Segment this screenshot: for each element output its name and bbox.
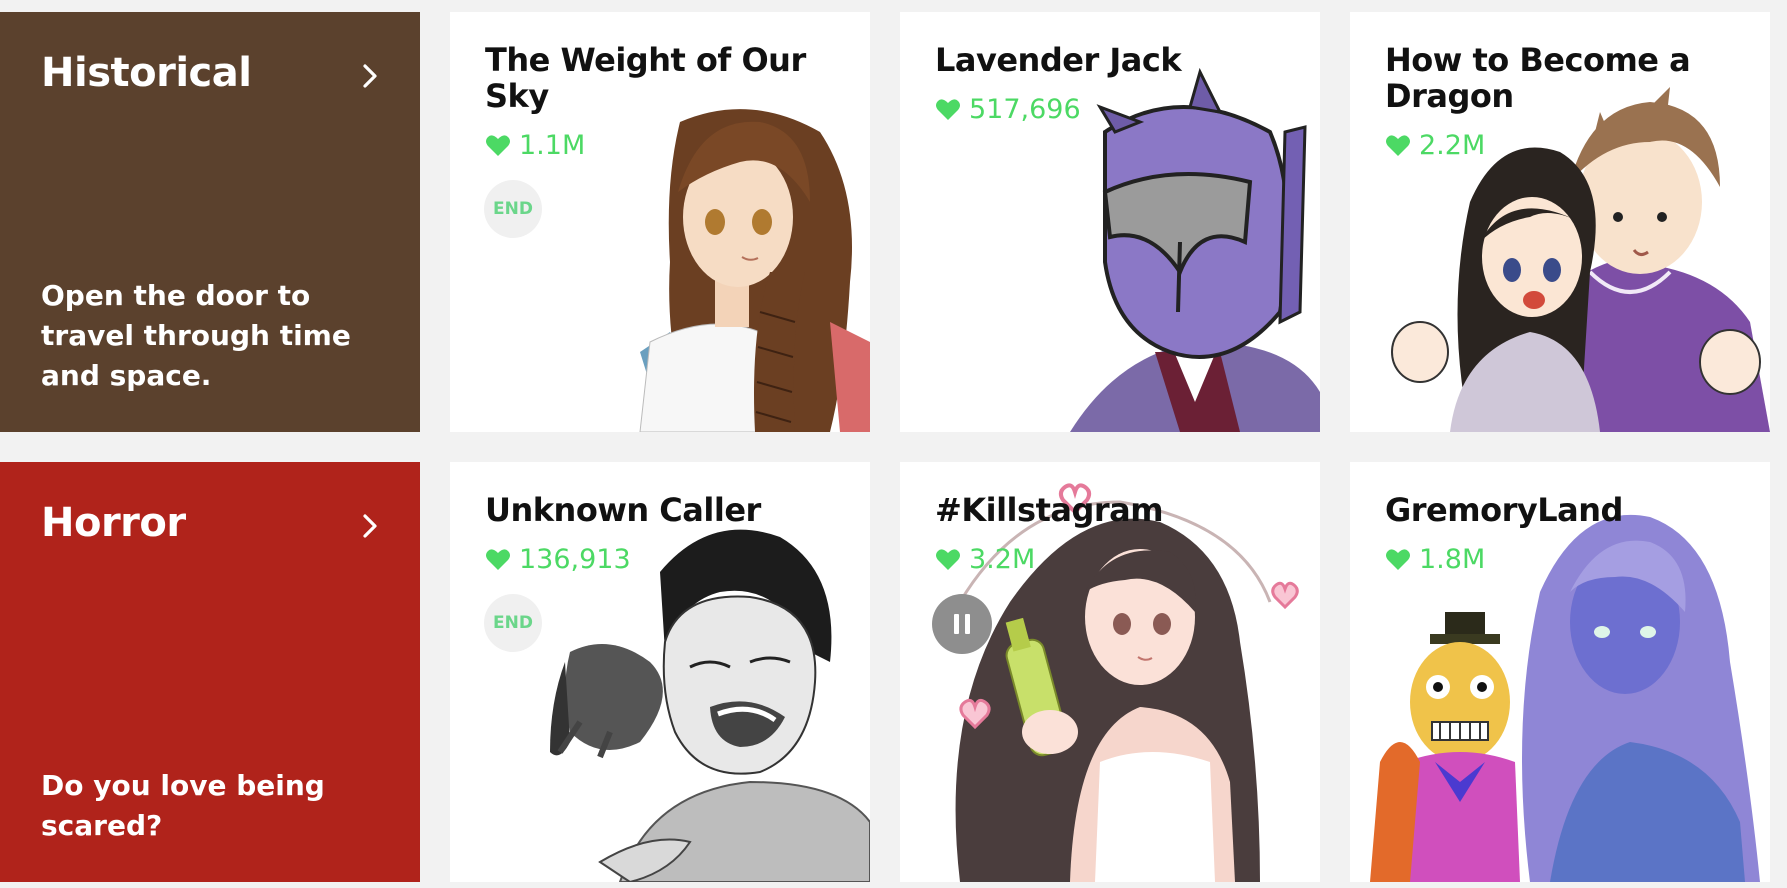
like-count-value: 136,913 xyxy=(519,544,631,575)
comic-card[interactable]: Lavender Jack 517,696 xyxy=(900,12,1320,432)
end-badge: END xyxy=(484,594,542,652)
comic-card[interactable]: #Killstagram 3.2M xyxy=(900,462,1320,882)
genre-tile-historical[interactable]: Historical Open the door to travel throu… xyxy=(0,12,420,432)
genre-title: Historical xyxy=(41,50,252,96)
like-count-value: 3.2M xyxy=(969,544,1036,575)
comic-card[interactable]: Unknown Caller 136,913 END xyxy=(450,462,870,882)
heart-icon xyxy=(1386,134,1410,156)
end-badge: END xyxy=(484,180,542,238)
heart-icon xyxy=(486,134,510,156)
like-count: 3.2M xyxy=(935,544,1035,575)
like-count-value: 517,696 xyxy=(969,94,1081,125)
comic-card[interactable]: GremoryLand 1.8M xyxy=(1350,462,1770,882)
comic-title: #Killstagram xyxy=(935,491,1164,529)
comic-title: The Weight of Our Sky xyxy=(485,41,806,115)
pause-icon xyxy=(932,594,992,654)
chevron-right-icon[interactable] xyxy=(356,512,384,540)
like-count: 2.2M xyxy=(1385,130,1485,161)
like-count-value: 1.8M xyxy=(1419,544,1486,575)
genre-description: Open the door to travel through time and… xyxy=(41,279,351,392)
like-count: 136,913 xyxy=(485,544,631,575)
heart-icon xyxy=(936,98,960,120)
comic-title: GremoryLand xyxy=(1385,491,1623,529)
like-count: 1.1M xyxy=(485,130,585,161)
comic-title: Unknown Caller xyxy=(485,491,761,529)
like-count: 517,696 xyxy=(935,94,1081,125)
comic-title: Lavender Jack xyxy=(935,41,1182,79)
like-count-value: 1.1M xyxy=(519,130,586,161)
genre-row-horror: Horror Do you love being scared? Unknown… xyxy=(0,462,1787,882)
genre-tile-horror[interactable]: Horror Do you love being scared? xyxy=(0,462,420,882)
like-count: 1.8M xyxy=(1385,544,1485,575)
comic-title: How to Become a Dragon xyxy=(1385,41,1691,115)
genre-description: Do you love being scared? xyxy=(41,769,325,842)
heart-icon xyxy=(1386,548,1410,570)
comic-card[interactable]: The Weight of Our Sky 1.1M END xyxy=(450,12,870,432)
chevron-right-icon[interactable] xyxy=(356,62,384,90)
genre-title: Horror xyxy=(41,500,186,546)
like-count-value: 2.2M xyxy=(1419,130,1486,161)
heart-icon xyxy=(936,548,960,570)
genre-row-historical: Historical Open the door to travel throu… xyxy=(0,12,1787,432)
heart-icon xyxy=(486,548,510,570)
comic-card[interactable]: How to Become a Dragon 2.2M xyxy=(1350,12,1770,432)
